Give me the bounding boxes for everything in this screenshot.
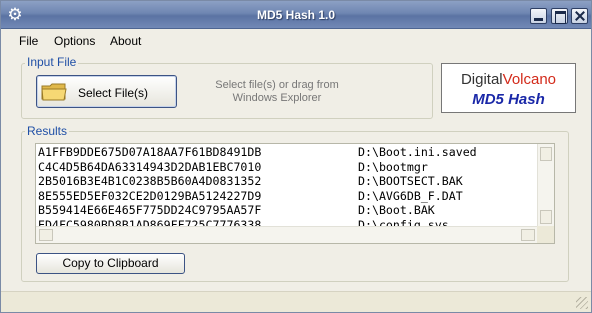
horizontal-scrollbar[interactable] [36, 226, 538, 243]
results-label: Results [25, 124, 70, 138]
close-button[interactable] [571, 8, 588, 24]
hash-value: 8E555ED5EF032CE2D0129BA5124227D9 [38, 188, 262, 203]
drag-hint: Select file(s) or drag from Windows Expl… [202, 79, 352, 105]
maximize-button[interactable] [551, 8, 568, 24]
scroll-right-arrow[interactable] [521, 229, 535, 241]
drag-hint-line1: Select file(s) or drag from [215, 79, 339, 91]
file-path: D:\Boot.ini.saved [358, 145, 477, 159]
window-title: MD5 Hash 1.0 [256, 8, 336, 22]
results-list[interactable]: A1FFB9DDE675D07A18AA7F61BD8491DB D:\Boot.… [35, 143, 555, 244]
select-files-button[interactable]: Select File(s) [36, 75, 177, 108]
hash-value: C4C4D5B64DA63314943D2DAB1EBC7010 [38, 159, 262, 174]
status-bar [1, 291, 591, 312]
file-path: D:\BOOTSECT.BAK [358, 174, 463, 188]
hash-value: 2B5016B3E4B1C0238B5B60A4D0831352 [38, 174, 262, 188]
menu-options[interactable]: Options [54, 34, 95, 48]
drag-hint-line2: Windows Explorer [232, 92, 322, 104]
scroll-up-arrow[interactable] [540, 147, 552, 161]
minimize-button[interactable] [530, 8, 547, 24]
product-name: MD5 Hash [472, 91, 545, 108]
hash-value: B559414E66E465F775DD24C9795AA57F [38, 203, 262, 217]
copy-to-clipboard-button[interactable]: Copy to Clipboard [36, 253, 185, 274]
file-path: D:\AVG6DB_F.DAT [358, 188, 463, 203]
scroll-down-arrow[interactable] [540, 210, 552, 224]
hash-value: A1FFB9DDE675D07A18AA7F61BD8491DB [38, 145, 262, 159]
scroll-corner [537, 226, 554, 243]
menu-file[interactable]: File [19, 34, 38, 48]
menu-bar: File Options About [1, 30, 591, 51]
app-window: ⚙ MD5 Hash 1.0 File Options About Input … [0, 0, 592, 313]
input-file-label: Input File [25, 55, 79, 69]
scroll-left-arrow[interactable] [39, 229, 53, 241]
brand-name: DigitalVolcano [460, 71, 557, 88]
select-files-label: Select File(s) [78, 86, 149, 100]
title-bar[interactable]: ⚙ MD5 Hash 1.0 [1, 1, 591, 29]
vertical-scrollbar[interactable] [537, 144, 554, 228]
brand-logo: DigitalVolcano MD5 Hash [441, 63, 576, 113]
resize-grip-icon[interactable] [576, 297, 588, 309]
menu-about[interactable]: About [110, 34, 141, 48]
folder-icon [41, 83, 67, 101]
file-path: D:\bootmgr [358, 159, 428, 174]
file-path: D:\Boot.BAK [358, 203, 435, 217]
